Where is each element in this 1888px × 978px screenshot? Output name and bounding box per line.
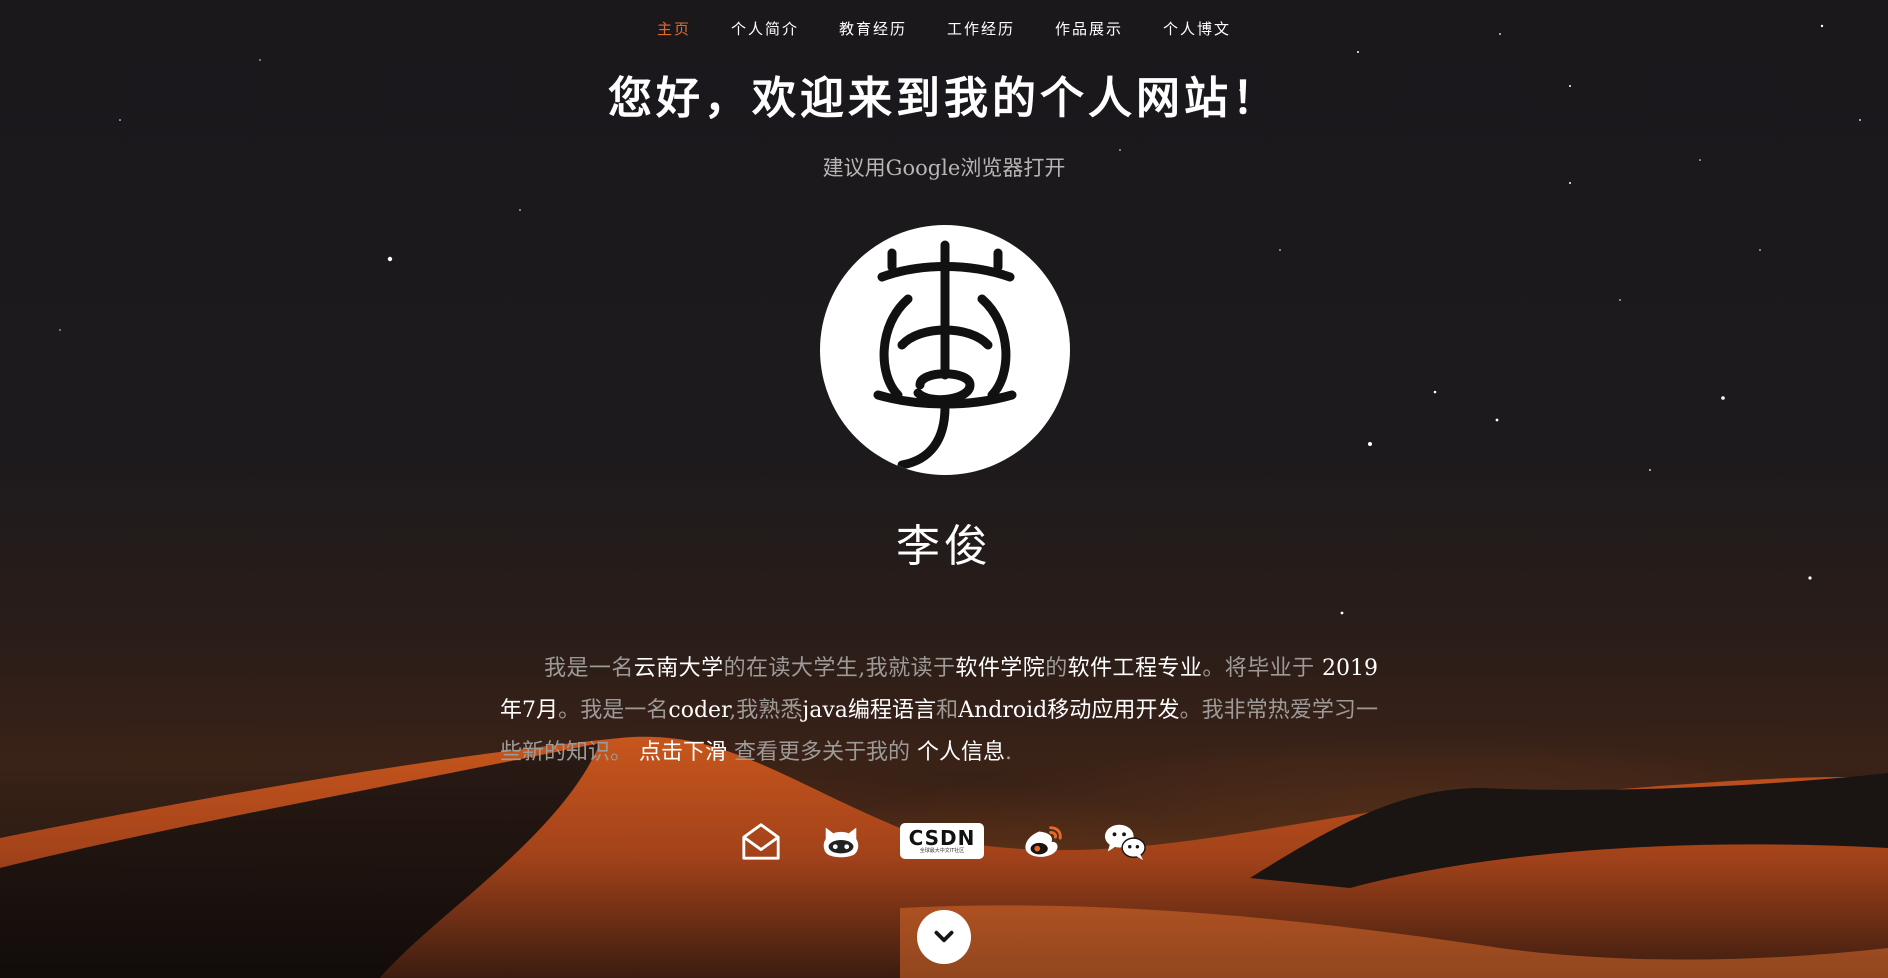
highlight-school: 软件学院 — [955, 656, 1046, 681]
nav-item-work[interactable]: 工作经历 — [947, 18, 1015, 39]
intro-text: 和 — [936, 698, 959, 723]
avatar — [820, 225, 1070, 475]
github-cat-icon[interactable] — [820, 820, 862, 862]
highlight-major: 软件工程专业 — [1067, 656, 1203, 681]
intro-text: . — [1005, 740, 1013, 765]
highlight-university: 云南大学 — [633, 656, 724, 681]
mail-icon[interactable] — [740, 820, 782, 862]
csdn-icon[interactable]: CSDN 全球最大中文IT社区 — [900, 823, 984, 859]
intro-text: ,我熟悉 — [729, 698, 803, 723]
weibo-icon[interactable] — [1022, 820, 1064, 862]
page-title: 您好，欢迎来到我的个人网站！ — [608, 73, 1280, 124]
intro-text: 的在读大学生,我就读于 — [723, 656, 956, 681]
intro-text: 。将毕业于 — [1202, 656, 1322, 681]
page: 主页 个人简介 教育经历 工作经历 作品展示 个人博文 您好，欢迎来到我的个人网… — [0, 0, 1888, 978]
highlight-java: java编程语言 — [802, 698, 937, 723]
page-subtitle: 建议用Google浏览器打开 — [822, 156, 1066, 180]
intro-text: 查看更多关于我的 — [727, 740, 918, 765]
intro-text: 。我是一名 — [558, 698, 669, 723]
nav-item-profile[interactable]: 个人简介 — [731, 18, 799, 39]
top-navigation: 主页 个人简介 教育经历 工作经历 作品展示 个人博文 — [0, 18, 1888, 39]
nav-item-education[interactable]: 教育经历 — [839, 18, 907, 39]
highlight-mobile-dev: 移动应用开发 — [1047, 698, 1180, 723]
nav-item-home[interactable]: 主页 — [657, 18, 691, 39]
intro-paragraph: 我是一名云南大学的在读大学生,我就读于软件学院的软件工程专业。将毕业于 2019… — [500, 648, 1378, 774]
seal-li-character-icon — [873, 240, 1017, 470]
nav-item-blog[interactable]: 个人博文 — [1163, 18, 1231, 39]
nav-item-portfolio[interactable]: 作品展示 — [1055, 18, 1123, 39]
intro-text: 我是一名 — [544, 656, 634, 681]
scroll-down-link[interactable]: 点击下滑 — [639, 740, 727, 765]
csdn-sublabel: 全球最大中文IT社区 — [919, 848, 965, 854]
social-links: CSDN 全球最大中文IT社区 — [0, 820, 1888, 862]
person-name: 李俊 — [896, 521, 992, 572]
highlight-android: Android — [958, 698, 1048, 723]
personal-info-link[interactable]: 个人信息 — [917, 740, 1005, 765]
csdn-label: CSDN — [908, 826, 976, 850]
intro-text: 的 — [1045, 656, 1068, 681]
highlight-coder: coder — [668, 698, 730, 723]
chevron-down-icon — [934, 930, 954, 943]
scroll-down-button[interactable] — [917, 910, 971, 964]
wechat-icon[interactable] — [1102, 820, 1148, 862]
